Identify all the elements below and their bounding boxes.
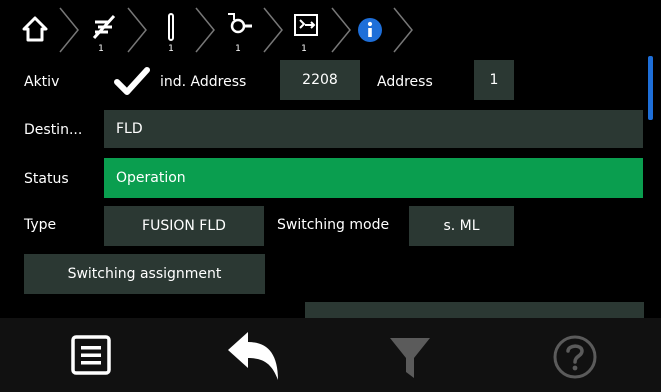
- breadcrumb-sub: 1: [301, 44, 307, 54]
- active-label: Aktiv: [24, 74, 60, 90]
- home-icon: [22, 16, 48, 42]
- breadcrumb-device[interactable]: 1: [68, 0, 147, 60]
- switching-mode-label: Switching mode: [277, 217, 390, 233]
- help-button[interactable]: [552, 328, 608, 384]
- destination-label: Destin...: [24, 122, 83, 138]
- detector-icon: [168, 13, 174, 41]
- status-label: Status: [24, 171, 69, 187]
- no-signal-icon: [92, 14, 116, 40]
- status-field: Operation: [104, 158, 643, 198]
- switching-mode-field[interactable]: s. ML: [409, 206, 514, 246]
- breadcrumb: 1 1 1 1: [0, 0, 661, 60]
- help-icon: [553, 335, 597, 379]
- scrollbar[interactable]: [648, 56, 653, 120]
- filter-icon: [390, 338, 430, 378]
- sensor-icon: [228, 13, 252, 34]
- breadcrumb-sub: 1: [168, 44, 174, 54]
- breadcrumb-sub: 1: [235, 44, 241, 54]
- type-field[interactable]: FUSION FLD: [104, 206, 264, 246]
- ind-address-label: ind. Address: [160, 74, 247, 90]
- breadcrumb-sensor[interactable]: 1: [204, 0, 283, 60]
- next-row-field: [305, 302, 644, 318]
- back-button[interactable]: [226, 328, 282, 384]
- breadcrumb-module[interactable]: 1: [272, 0, 351, 60]
- breadcrumb-detector[interactable]: 1: [136, 0, 215, 60]
- footer-toolbar: [0, 318, 661, 392]
- checkmark-icon[interactable]: [114, 66, 150, 96]
- breadcrumb-sub: 1: [98, 44, 104, 54]
- breadcrumb-home[interactable]: [0, 0, 79, 60]
- list-button[interactable]: [70, 328, 126, 384]
- list-icon: [71, 335, 111, 375]
- detail-panel: Aktiv ind. Address 2208 Address 1 Destin…: [0, 56, 661, 318]
- ind-address-field[interactable]: 2208: [280, 60, 360, 100]
- destination-field[interactable]: FLD: [104, 110, 643, 148]
- address-field[interactable]: 1: [474, 60, 514, 100]
- back-icon: [228, 332, 278, 380]
- info-icon: [358, 18, 382, 42]
- address-label: Address: [377, 74, 433, 90]
- type-label: Type: [24, 217, 57, 233]
- breadcrumb-info[interactable]: [340, 0, 413, 60]
- module-exit-icon: [294, 14, 318, 36]
- filter-button[interactable]: [388, 328, 444, 384]
- switching-assignment-button[interactable]: Switching assignment: [24, 254, 265, 294]
